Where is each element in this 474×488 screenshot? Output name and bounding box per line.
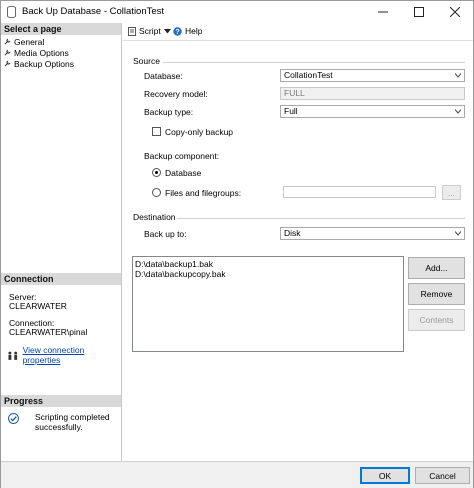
cancel-button[interactable]: Cancel <box>415 467 470 484</box>
source-divider <box>163 62 465 63</box>
view-connection-properties-link[interactable]: View connection properties <box>23 345 121 365</box>
view-connection-row: View connection properties <box>7 345 121 365</box>
copy-only-checkbox[interactable] <box>152 127 161 136</box>
source-group-label: Source <box>133 56 160 66</box>
close-icon <box>450 7 460 17</box>
chevron-down-icon <box>455 231 461 236</box>
wrench-icon <box>4 38 11 45</box>
connection-value: CLEARWATER\pinal <box>9 327 88 337</box>
backup-type-label: Backup type: <box>144 107 194 117</box>
page-label: General <box>14 36 45 47</box>
svg-text:?: ? <box>175 29 179 36</box>
toolbar: Script ? Help <box>123 23 473 41</box>
contents-button[interactable]: Contents <box>408 309 465 331</box>
database-value: CollationTest <box>284 70 333 80</box>
success-check-icon <box>8 413 19 424</box>
page-general[interactable]: General <box>4 36 44 47</box>
destination-file-list[interactable]: D:\data\backup1.bak D:\data\backupcopy.b… <box>132 256 404 352</box>
add-button[interactable]: Add... <box>408 257 465 279</box>
title-bar: Back Up Database - CollationTest <box>1 1 473 23</box>
list-item[interactable]: D:\data\backup1.bak <box>135 259 401 269</box>
backup-to-label: Back up to: <box>144 229 187 239</box>
destination-group-label: Destination <box>133 212 176 222</box>
backup-type-select[interactable]: Full <box>280 105 465 118</box>
list-item[interactable]: D:\data\backupcopy.bak <box>135 269 401 279</box>
recovery-model-label: Recovery model: <box>144 89 208 99</box>
help-button[interactable]: ? Help <box>173 26 202 36</box>
page-backup-options[interactable]: Backup Options <box>4 58 74 69</box>
filegroups-textbox <box>283 186 436 198</box>
dialog-footer: OK Cancel <box>1 461 473 488</box>
component-database-label: Database <box>165 168 202 178</box>
page-media-options[interactable]: Media Options <box>4 47 69 58</box>
backup-type-value: Full <box>284 106 298 116</box>
main-pane: Script ? Help Source Database: Collation… <box>123 23 473 461</box>
ok-button[interactable]: OK <box>360 467 410 484</box>
minimize-icon <box>378 11 388 13</box>
database-label: Database: <box>144 71 183 81</box>
minimize-button[interactable] <box>365 1 401 23</box>
select-page-header: Select a page <box>1 23 121 35</box>
backup-component-label: Backup component: <box>144 151 220 161</box>
close-button[interactable] <box>437 1 473 23</box>
chevron-down-icon <box>455 109 461 114</box>
script-icon <box>128 26 136 36</box>
filegroups-browse-button[interactable]: ... <box>442 185 461 200</box>
script-label: Script <box>139 26 161 36</box>
maximize-button[interactable] <box>401 1 437 23</box>
chevron-down-icon <box>163 28 171 33</box>
server-value: CLEARWATER <box>9 301 67 311</box>
people-icon <box>8 351 18 360</box>
script-button[interactable]: Script <box>128 26 171 36</box>
maximize-icon <box>414 7 424 17</box>
wrench-icon <box>4 60 11 67</box>
wrench-icon <box>4 49 11 56</box>
recovery-model-field: FULL <box>280 87 465 100</box>
destination-divider <box>177 218 465 219</box>
database-select[interactable]: CollationTest <box>280 69 465 82</box>
help-label: Help <box>185 26 203 36</box>
remove-button[interactable]: Remove <box>408 283 465 305</box>
window-title: Back Up Database - CollationTest <box>22 6 165 17</box>
database-icon <box>7 6 16 18</box>
backup-dialog: Back Up Database - CollationTest Select … <box>0 0 474 488</box>
component-files-label: Files and filegroups: <box>165 188 242 198</box>
component-files-radio[interactable] <box>152 188 161 197</box>
progress-status: Scripting completed successfully. <box>35 412 110 432</box>
component-database-radio[interactable] <box>152 168 161 177</box>
chevron-down-icon <box>455 73 461 78</box>
recovery-model-value: FULL <box>284 88 305 98</box>
copy-only-label: Copy-only backup <box>165 127 234 137</box>
help-icon: ? <box>173 26 182 36</box>
page-label: Media Options <box>14 47 69 58</box>
progress-header: Progress <box>1 395 121 407</box>
backup-to-value: Disk <box>284 228 301 238</box>
connection-header: Connection <box>1 273 121 285</box>
page-label: Backup Options <box>14 58 75 69</box>
left-pane: Select a page General Media Options Back… <box>1 23 122 461</box>
backup-to-select[interactable]: Disk <box>280 227 465 240</box>
